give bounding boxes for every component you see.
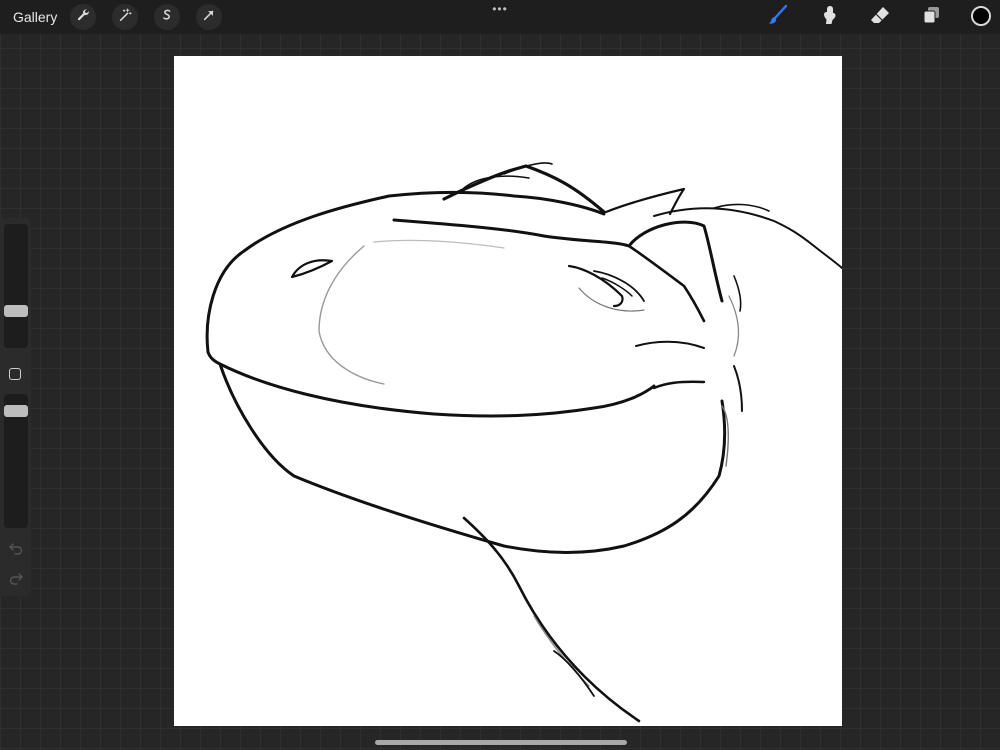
top-toolbar: Gallery ••• — [0, 0, 1000, 34]
drawing-canvas[interactable] — [174, 56, 842, 726]
wrench-icon — [76, 8, 90, 27]
transform-button[interactable] — [196, 4, 222, 30]
smudge-icon — [818, 4, 840, 31]
procreate-workspace: Gallery ••• — [0, 0, 1000, 750]
eraser-icon — [869, 4, 891, 31]
undo-arrow-icon[interactable] — [8, 540, 24, 556]
left-sidebar — [0, 218, 31, 596]
actions-button[interactable] — [70, 4, 96, 30]
redo-arrow-icon[interactable] — [8, 570, 24, 586]
selection-button[interactable] — [154, 4, 180, 30]
gallery-button[interactable]: Gallery — [13, 8, 57, 26]
layers-icon — [920, 4, 942, 31]
color-picker-button[interactable] — [971, 6, 991, 26]
selection-s-icon — [160, 8, 174, 27]
brush-icon — [767, 4, 789, 31]
brush-tool-button[interactable] — [765, 4, 791, 30]
magic-wand-icon — [118, 7, 132, 27]
dinosaur-sketch — [205, 162, 842, 723]
more-options-button[interactable]: ••• — [489, 2, 511, 16]
arrow-cursor-icon — [202, 8, 216, 27]
smudge-tool-button[interactable] — [816, 4, 842, 30]
brush-size-thumb[interactable] — [4, 305, 28, 317]
adjustments-button[interactable] — [112, 4, 138, 30]
eraser-tool-button[interactable] — [867, 4, 893, 30]
home-indicator — [375, 740, 627, 745]
modify-button[interactable] — [9, 368, 21, 380]
brush-opacity-thumb[interactable] — [4, 405, 28, 417]
layers-button[interactable] — [918, 4, 944, 30]
brush-size-slider[interactable] — [4, 224, 28, 348]
